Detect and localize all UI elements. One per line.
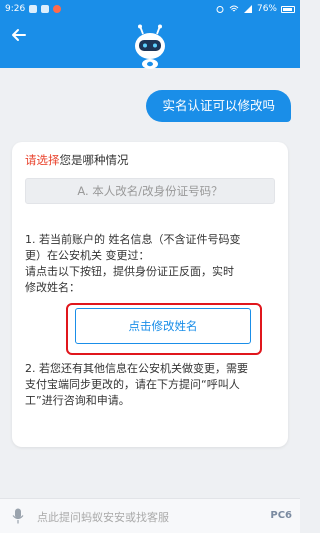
back-arrow-icon — [12, 29, 26, 41]
chat-header — [0, 18, 300, 69]
instruction-1: 1. 若当前账户的 姓名信息（不含证件号码变 更）在公安机关 变更过： 请点击以… — [25, 232, 281, 296]
app-icon — [41, 5, 50, 13]
wifi-icon — [229, 5, 239, 12]
signal-icon — [243, 5, 252, 13]
choice-prompt: 请选择您是哪种情况 — [25, 152, 129, 168]
back-button[interactable] — [10, 26, 30, 46]
battery-icon — [281, 5, 295, 13]
notification-icon — [29, 5, 38, 13]
microphone-icon[interactable] — [12, 508, 24, 524]
modify-name-button[interactable]: 点击修改姓名 — [75, 308, 251, 344]
option-a-button[interactable]: A. 本人改名/改身份证号码？ — [25, 178, 275, 204]
weibo-icon — [53, 5, 62, 13]
instruction-2-line: 工”进行咨询和申请。 — [25, 394, 130, 407]
instruction-2: 2. 若您还有其他信息在公安机关做变更，需要 支付宝端同步更改的，请在下方提问“… — [25, 361, 283, 409]
watermark-logo: PC6 — [270, 510, 292, 521]
user-message-bubble: 实名认证可以修改吗 — [146, 90, 291, 122]
robot-avatar-icon — [135, 24, 165, 69]
instruction-2-line: 2. 若您还有其他信息在公安机关做变更，需要 — [25, 362, 248, 375]
instruction-1-line: 1. 若当前账户的 姓名信息（不含证件号码变 — [25, 233, 241, 246]
prompt-highlight: 请选择 — [25, 153, 60, 167]
status-time: 9:26 — [5, 4, 26, 14]
instruction-1-line: 修改姓名： — [25, 281, 80, 294]
instruction-1-line: 请点击以下按钮，提供身份证正反面，实时 — [25, 265, 234, 278]
prompt-text: 您是哪种情况 — [59, 153, 129, 167]
instruction-1-line: 更）在公安机关 变更过： — [25, 249, 150, 262]
question-input[interactable]: 点此提问蚂蚁安安或找客服 — [37, 509, 169, 525]
alarm-icon — [216, 6, 224, 13]
status-bar: 9:26 76% — [0, 0, 300, 18]
instruction-2-line: 支付宝端同步更改的，请在下方提问“呼叫人 — [25, 378, 240, 391]
input-bar: 点此提问蚂蚁安安或找客服 PC6 — [0, 498, 300, 533]
bot-reply-card: 请选择您是哪种情况 A. 本人改名/改身份证号码？ 1. 若当前账户的 姓名信息… — [12, 142, 288, 447]
battery-text: 76% — [256, 4, 277, 14]
